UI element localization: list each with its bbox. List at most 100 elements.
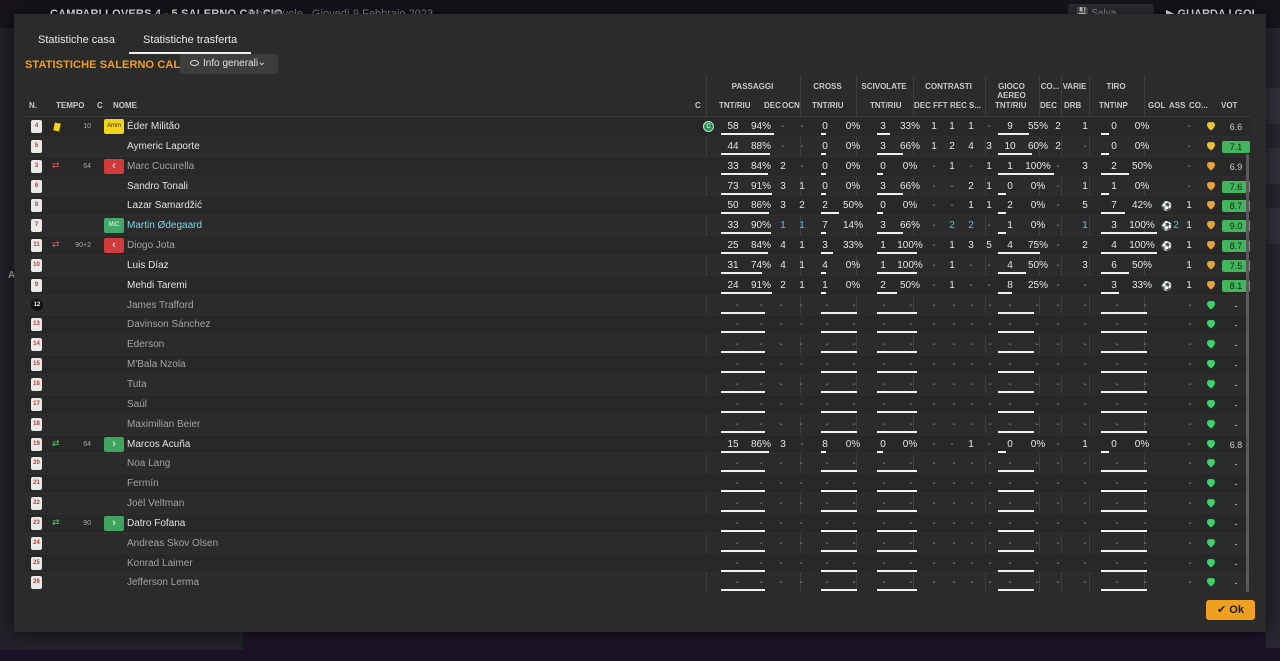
player-name[interactable]: Lazar Samardžić [127, 200, 202, 211]
table-row[interactable]: 11 ⇄ 90+2 ‹ Diogo Jota 25 84% 4 1 3 33% 1 100% -1 3 5 4 7… [25, 236, 1250, 256]
player-name[interactable]: Maximilian Beier [127, 419, 200, 430]
stat-empty: - [779, 498, 783, 510]
player-name[interactable]: Joël Veltman [127, 498, 184, 509]
stat-empty: - [735, 418, 739, 430]
column-header[interactable]: DRB [1064, 101, 1081, 110]
column-header[interactable]: ASS [1169, 101, 1185, 110]
column-header[interactable]: GOL [1148, 101, 1165, 110]
column-header[interactable]: DEC [1040, 101, 1057, 110]
table-row[interactable]: 3 ⇄ 64 ‹ Marc Cucurella 33 84% 2 - 0 0% 0 0% - 1 - 1 1 100… [25, 156, 1250, 177]
player-name[interactable]: Noa Lang [127, 458, 170, 469]
table-row[interactable]: 21 Fermín - - - - - - - - - - - - - - - - - - - - [25, 474, 1250, 495]
column-header[interactable]: VOT [1221, 101, 1237, 110]
player-name[interactable]: Marc Cucurella [127, 161, 194, 172]
column-header[interactable]: S... [969, 101, 981, 110]
table-row[interactable]: 14 Ederson - - - - - - - - - - - - - - - - - - - - [25, 335, 1250, 356]
table-row[interactable]: 9 Mehdi Taremi 24 91% 2 1 1 0% 2 50% -1- -8 25% - -3 33… [25, 275, 1250, 296]
stat-value: 3 [1082, 259, 1088, 271]
table-row[interactable]: 15 M'Bala Nzola - - - - - - - - - - - - - - - - - - - - [25, 355, 1250, 375]
table-row[interactable]: 22 Joël Veltman - - - - - - - - - - - - - - - - - - - - [25, 494, 1250, 514]
table-row[interactable]: 23 ⇄ 90 › Datro Fofana - - - - - - - - - - - - - - - - - - - - [25, 513, 1250, 534]
stat-empty: - [1008, 398, 1012, 410]
player-name[interactable]: Datro Fofana [127, 518, 185, 529]
player-name[interactable]: Diogo Jota [127, 240, 175, 251]
table-row[interactable]: 6 Sandro Tonali 73 91% 3 1 0 0% 3 66% - -2 1 0 0% -1 1 0%… [25, 177, 1250, 197]
stat-value: 0 [880, 200, 886, 212]
tab-away-stats[interactable]: Statistiche trasferta [129, 28, 252, 54]
player-name[interactable]: Mehdi Taremi [127, 280, 187, 291]
table-row[interactable]: 7 MiC Martin Ødegaard 33 90% 1 1 7 14% 3 66% -2 2-1 0… [25, 216, 1250, 237]
stat-value: 84% [750, 160, 771, 172]
player-name[interactable]: Jefferson Lerma [127, 577, 199, 588]
column-header[interactable]: TEMPO [56, 101, 84, 110]
player-name[interactable]: Martin Ødegaard [127, 220, 202, 231]
table-row[interactable]: 19 ⇄ 64 › Marcos Acuña 15 86% 3-8 0% 0 0% - -1-0 0% -1… [25, 434, 1250, 455]
stat-bar [998, 430, 1034, 433]
stat-empty: - [1188, 458, 1192, 470]
table-row[interactable]: 17 Saúl - - - - - - - - - - - - - - - - - - - - [25, 394, 1250, 415]
table-row[interactable]: 13 Davinson Sánchez - - - - - - - - - - - - - - - - - - - - [25, 315, 1250, 336]
stat-empty: - [932, 299, 936, 311]
player-name[interactable]: Fermín [127, 478, 159, 489]
column-header[interactable]: DEC [764, 101, 781, 110]
morale-heart-icon [1207, 300, 1215, 310]
table-row[interactable]: 16 Tuta - - - - - - - - - - - - - - - - - - - - [25, 375, 1250, 395]
player-name[interactable]: Luis Díaz [127, 260, 169, 271]
tab-home-stats[interactable]: Statistiche casa [24, 28, 129, 54]
player-name[interactable]: Aymeric Laporte [127, 141, 200, 152]
column-header[interactable]: FFT [933, 101, 948, 110]
player-name[interactable]: Davinson Sánchez [127, 319, 210, 330]
column-header[interactable]: C [97, 101, 103, 110]
stat-empty: - [779, 557, 783, 569]
morale-heart-icon [1207, 399, 1215, 409]
player-name[interactable]: Tuta [127, 379, 147, 390]
stat-bar [721, 470, 765, 473]
stat-value: 3 [780, 438, 786, 450]
column-header[interactable]: TNT/RIU [995, 101, 1027, 110]
morale-heart-icon [1207, 499, 1215, 508]
stat-bar [877, 133, 890, 135]
column-header[interactable]: TNT/RIU [812, 101, 844, 110]
column-header[interactable]: CO... [1189, 101, 1208, 110]
table-row[interactable]: 24 Andreas Skov Olsen - - - - - - - - - - - - - - - - - - - - [25, 534, 1250, 554]
view-dropdown[interactable]: Info generali ⌄ [180, 54, 278, 74]
table-row[interactable]: 18 Maximilian Beier - - - - - - - - - - - - - - - - - - - - [25, 415, 1250, 435]
stat-value: 4 [1111, 240, 1117, 252]
player-name[interactable]: Marcos Acuña [127, 439, 190, 450]
player-name[interactable]: Ederson [127, 339, 164, 350]
stat-value: 25% [1027, 279, 1048, 291]
player-name[interactable]: Sandro Tonali [127, 181, 188, 192]
stat-empty: - [1035, 577, 1039, 589]
player-name[interactable]: Konrad Laimer [127, 558, 193, 569]
column-header[interactable]: TNT/RIU [870, 101, 902, 110]
column-header[interactable]: DEC [914, 101, 931, 110]
stat-value: 44 [727, 140, 739, 152]
table-row[interactable]: 25 Konrad Laimer - - - - - - - - - - - - - - - - - - - - [25, 553, 1250, 574]
stat-bar [877, 589, 917, 592]
player-name[interactable]: Éder Militão [127, 121, 180, 132]
stat-value: 50% [899, 279, 920, 291]
table-row[interactable]: 5 Aymeric Laporte 44 88% - -0 0% 3 66% 1 2 4 3 10 60% 2… [25, 137, 1250, 157]
column-header[interactable]: TNT/RIU [719, 101, 751, 110]
stat-bar [998, 529, 1034, 532]
table-row[interactable]: 20 Noa Lang - - - - - - - - - - - - - - - - - - - - [25, 454, 1250, 475]
player-name[interactable]: Saúl [127, 399, 147, 410]
column-header[interactable]: TNT\NP [1099, 101, 1128, 110]
stat-empty: - [1008, 378, 1012, 390]
player-name[interactable]: M'Bala Nzola [127, 359, 186, 370]
table-scrollbar[interactable] [1246, 154, 1249, 592]
column-header[interactable]: N. [29, 101, 37, 110]
ok-button[interactable]: ✔ Ok [1206, 600, 1255, 620]
player-name[interactable]: Andreas Skov Olsen [127, 538, 218, 549]
table-row[interactable]: 4 10 Amm Éder Militão C 58 94% - -0 0% 3 33% 1 1 1-9 55… [25, 117, 1250, 137]
stat-empty: - [735, 299, 739, 311]
column-header[interactable]: OCN [782, 101, 800, 110]
column-header[interactable]: C [695, 101, 701, 110]
table-row[interactable]: 8 Lazar Samardžić 50 86% 3 2 2 50% 0 0% - -1 1 2 0% -5 7… [25, 196, 1250, 217]
column-header[interactable]: NOME [113, 101, 137, 110]
table-row[interactable]: 26 Jefferson Lerma - - - - - - - - - - - - - - - - - - - - [25, 573, 1250, 592]
player-name[interactable]: James Trafford [127, 300, 194, 311]
table-row[interactable]: 12 James Trafford - - - - - - - - - - - - - - - - - - - - [25, 296, 1250, 316]
table-row[interactable]: 10 Luis Díaz 31 74% 4 1 4 0% 1 100% -1- -4 50% -3 6 50%… [25, 256, 1250, 276]
column-header[interactable]: REC [950, 101, 967, 110]
